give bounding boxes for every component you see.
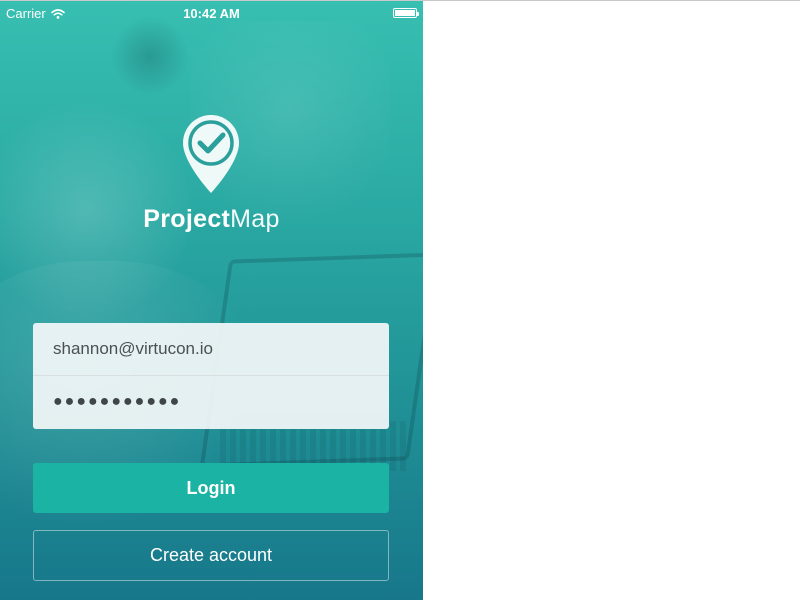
status-bar: Carrier 10:42 AM [0, 1, 423, 25]
battery-full-icon [393, 8, 419, 18]
create-account-button[interactable]: Create account [33, 530, 389, 581]
login-button[interactable]: Login [33, 463, 389, 513]
phone-screen: Carrier 10:42 AM ProjectMap shannon@virt… [0, 1, 423, 600]
password-mask: ●●●●●●●●●●● [53, 393, 182, 410]
login-form: shannon@virtucon.io ●●●●●●●●●●● [33, 323, 389, 429]
password-field[interactable]: ●●●●●●●●●●● [33, 376, 389, 428]
app-name: ProjectMap [0, 205, 423, 234]
app-name-bold: Project [143, 205, 231, 233]
create-account-label: Create account [149, 545, 273, 565]
page: Carrier 10:42 AM ProjectMap shannon@virt… [0, 0, 800, 600]
app-name-light: Map [230, 205, 280, 233]
clock: 10:42 AM [183, 6, 240, 21]
map-pin-checkmark-icon [183, 115, 239, 193]
email-field[interactable]: shannon@virtucon.io [33, 323, 389, 375]
background-photo-plant [110, 16, 190, 96]
email-value: shannon@virtucon.io [53, 339, 213, 358]
login-button-label: Login [186, 477, 236, 498]
